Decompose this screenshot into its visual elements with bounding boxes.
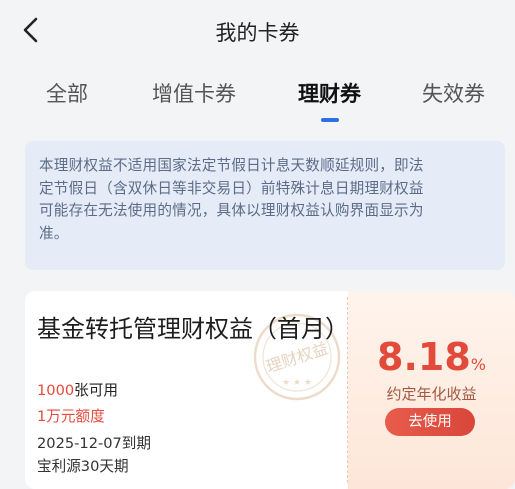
available-count-number: 1000 bbox=[37, 382, 75, 399]
available-count-suffix: 张可用 bbox=[74, 382, 118, 399]
header: 我的卡券 bbox=[0, 0, 515, 60]
tab-all[interactable]: 全部 bbox=[46, 78, 88, 108]
rate-value: 8.18 bbox=[377, 335, 471, 379]
notice-box: 本理财权益不适用国家法定节假日计息天数顺延规则，即法 定节假日（含双休日等非交易… bbox=[25, 141, 505, 270]
page-title: 我的卡券 bbox=[215, 21, 300, 45]
coupon-info-panel: 理财权益 ★ ★ ★ 基金转托管理财权益（首月） 1000张可用 1万元额度 2… bbox=[25, 291, 349, 489]
quota-amount: 1万元额度 bbox=[37, 408, 105, 425]
notice-line: 准。 bbox=[39, 224, 69, 242]
product-name: 宝利源30天期 bbox=[37, 458, 129, 475]
notice-line: 本理财权益不适用国家法定节假日计息天数顺延规则，即法 bbox=[39, 157, 424, 174]
card-coupon-page: 我的卡券 全部 增值卡券 理财券 失效券 本理财权益不适用国家法定节假日计息天数… bbox=[0, 0, 515, 489]
coupon-title: 基金转托管理财权益（首月） bbox=[37, 315, 349, 343]
expire-date: 2025-12-07到期 bbox=[37, 435, 151, 452]
annual-rate: 8.18% bbox=[348, 335, 515, 379]
tab-expired-coupons[interactable]: 失效券 bbox=[422, 78, 485, 108]
rate-unit: % bbox=[470, 355, 486, 374]
rate-label: 约定年化收益 bbox=[386, 385, 477, 403]
svg-text:★ ★ ★: ★ ★ ★ bbox=[282, 378, 312, 388]
tab-value-added-coupons[interactable]: 增值卡券 bbox=[152, 78, 236, 108]
tab-bar: 全部 增值卡券 理财券 失效券 bbox=[0, 70, 515, 122]
notice-line: 可能存在无法使用的情况，具体以理财权益认购界面显示为 bbox=[39, 202, 424, 219]
available-count: 1000张可用 bbox=[37, 379, 118, 400]
notice-line: 定节假日（含双休日等非交易日）前特殊计息日期理财权益 bbox=[39, 179, 424, 197]
tab-wealth-coupons[interactable]: 理财券 bbox=[298, 78, 361, 108]
active-tab-indicator bbox=[321, 118, 339, 122]
coupon-card[interactable]: 理财权益 ★ ★ ★ 基金转托管理财权益（首月） 1000张可用 1万元额度 2… bbox=[25, 291, 515, 489]
use-coupon-button[interactable]: 去使用 bbox=[385, 408, 475, 436]
coupon-rate-panel: 8.18% 约定年化收益 去使用 bbox=[348, 291, 515, 489]
